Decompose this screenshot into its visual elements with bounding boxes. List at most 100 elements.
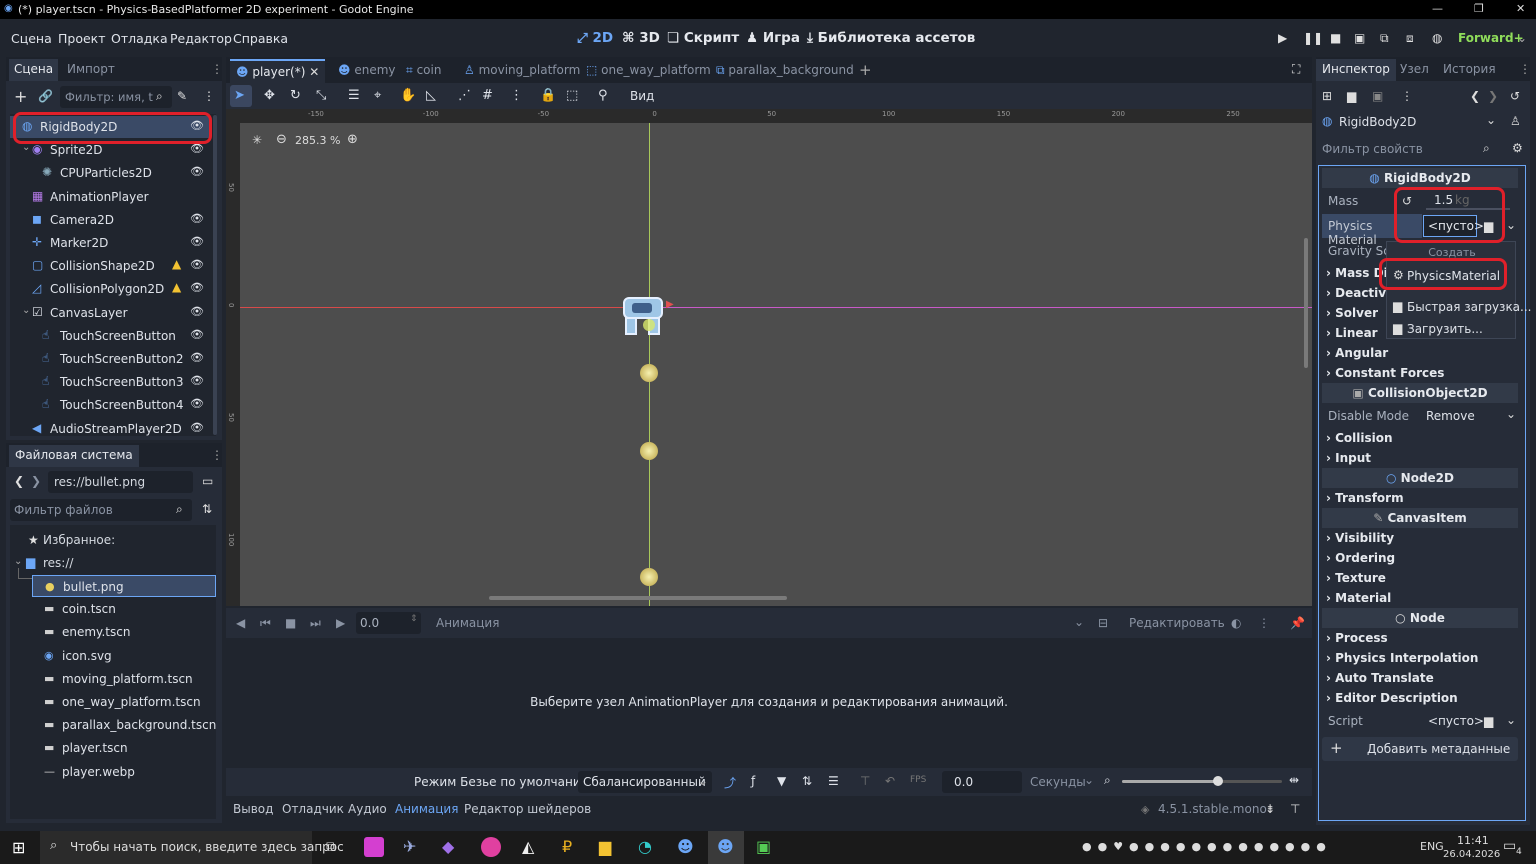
- pan-tool-icon[interactable]: ✋: [400, 88, 416, 103]
- warning-icon[interactable]: ▲: [172, 280, 181, 294]
- node-info-icon[interactable]: ♙: [1510, 114, 1521, 128]
- phpstorm-icon[interactable]: [364, 837, 384, 857]
- smart-snap-icon[interactable]: ⋰: [458, 88, 471, 103]
- file-item[interactable]: — player.webp: [32, 761, 216, 783]
- visibility-eye-icon[interactable]: 👁: [190, 212, 204, 225]
- play-custom-icon[interactable]: ⧈: [1406, 31, 1414, 46]
- fit-timeline-icon[interactable]: ⇹: [1289, 773, 1299, 787]
- chevron-down-icon[interactable]: ⌄: [1506, 713, 1516, 727]
- visibility-eye-icon[interactable]: 👁: [190, 305, 204, 318]
- file-item[interactable]: ▬ coin.tscn: [32, 598, 216, 620]
- scene-tree-node[interactable]: ☝ TouchScreenButton4 👁: [10, 394, 210, 416]
- group-icon[interactable]: ⬚: [566, 88, 578, 103]
- bezier-icon[interactable]: ⤴: [724, 774, 736, 791]
- visibility-eye-icon[interactable]: 👁: [190, 165, 204, 178]
- panel-expand-icon[interactable]: ⊤: [1290, 802, 1300, 816]
- chevron-down-icon[interactable]: ⌄: [22, 305, 30, 316]
- visibility-eye-icon[interactable]: 👁: [190, 374, 204, 387]
- scene-tree-node[interactable]: ☝ TouchScreenButton 👁: [10, 325, 210, 347]
- history-back-icon[interactable]: ❮: [1470, 89, 1480, 103]
- file-item[interactable]: ▬ one_way_platform.tscn: [32, 691, 216, 713]
- visual-studio-icon[interactable]: ◆: [442, 837, 454, 856]
- object-history-icon[interactable]: ↺: [1510, 89, 1520, 103]
- tab-scene[interactable]: Сцена: [9, 59, 59, 81]
- filter-icon[interactable]: ▼: [777, 774, 786, 788]
- scene-tree-node[interactable]: ◀ AudioStreamPlayer2D 👁: [10, 418, 210, 440]
- scene-tree-node[interactable]: ✺ CPUParticles2D 👁: [10, 162, 210, 184]
- inspector-options-icon[interactable]: ⚙: [1512, 141, 1523, 155]
- more-icon[interactable]: ⋮: [1258, 616, 1270, 630]
- snap-options-icon[interactable]: ⋮: [510, 88, 523, 103]
- res-root-label[interactable]: res://: [43, 556, 73, 570]
- tab-node[interactable]: Узел: [1400, 62, 1429, 76]
- category-collision[interactable]: › Collision: [1326, 431, 1393, 445]
- attach-script-icon[interactable]: ✎: [177, 89, 187, 103]
- new-resource-icon[interactable]: ⊞: [1322, 89, 1332, 103]
- step-field[interactable]: 0.0: [942, 771, 1022, 793]
- scene-tree-node[interactable]: ▦ AnimationPlayer: [10, 186, 210, 208]
- category-ordering[interactable]: › Ordering: [1326, 551, 1395, 565]
- category-material[interactable]: › Material: [1326, 591, 1391, 605]
- visibility-eye-icon[interactable]: 👁: [190, 421, 204, 434]
- distraction-free-icon[interactable]: ⛶: [1292, 62, 1300, 77]
- category-constant-forces[interactable]: › Constant Forces: [1326, 366, 1444, 380]
- file-item[interactable]: ● bullet.png: [32, 575, 216, 597]
- ruler-tool-icon[interactable]: ◺: [426, 88, 436, 103]
- slider-handle[interactable]: [1213, 776, 1223, 786]
- tab-import[interactable]: Импорт: [67, 62, 115, 76]
- snap-icon[interactable]: ⊤: [860, 774, 870, 788]
- list-select-icon[interactable]: ☰: [348, 88, 360, 103]
- play-scene-icon[interactable]: ⧉: [1380, 31, 1389, 46]
- menu-debug[interactable]: Отладка: [111, 31, 168, 46]
- tab-animation[interactable]: Анимация: [395, 802, 458, 816]
- update-icon[interactable]: ⇟: [1265, 802, 1275, 816]
- category-process[interactable]: › Process: [1326, 631, 1388, 645]
- visibility-eye-icon[interactable]: 👁: [190, 328, 204, 341]
- workspace-assetlib[interactable]: ⤓ Библиотека ассетов: [807, 30, 975, 46]
- time-unit-select[interactable]: Секунды: [1030, 775, 1086, 789]
- scene-more-icon[interactable]: ⋮: [203, 89, 215, 103]
- file-explorer-icon[interactable]: ▆: [599, 837, 611, 856]
- function-icon[interactable]: ƒ: [751, 774, 755, 788]
- category-linear[interactable]: › Linear: [1326, 326, 1378, 340]
- center-view-icon[interactable]: ✳: [252, 133, 262, 147]
- visibility-eye-icon[interactable]: 👁: [190, 235, 204, 248]
- add-node-icon[interactable]: +: [14, 87, 27, 106]
- task-view-icon[interactable]: ⧉: [326, 839, 336, 855]
- menu-item-quick-load[interactable]: ▆ Быстрая загрузка...: [1389, 297, 1531, 317]
- select-tool-icon[interactable]: ➤: [234, 88, 245, 103]
- scene-tab[interactable]: ♙ moving_platform: [458, 59, 586, 83]
- dock-menu-icon[interactable]: ⋮: [211, 448, 223, 462]
- category-editor-description[interactable]: › Editor Description: [1326, 691, 1458, 705]
- autoplay-icon[interactable]: ⊟: [1098, 616, 1108, 630]
- category-visibility[interactable]: › Visibility: [1326, 531, 1394, 545]
- clock-date[interactable]: 26.04.2026: [1443, 849, 1500, 860]
- category-texture[interactable]: › Texture: [1326, 571, 1386, 585]
- section-rigidbody2d[interactable]: ◍ RigidBody2D: [1322, 168, 1518, 188]
- add-tab-icon[interactable]: +: [859, 61, 872, 79]
- scene-tree-node[interactable]: ☝ TouchScreenButton2 👁: [10, 348, 210, 370]
- horizontal-scrollbar[interactable]: [489, 596, 787, 600]
- dock-menu-icon[interactable]: ⋮: [211, 62, 223, 76]
- notification-icon[interactable]: ▭: [1503, 838, 1516, 854]
- grid-snap-icon[interactable]: #: [482, 88, 493, 103]
- history-forward-icon[interactable]: ❯: [1488, 89, 1498, 103]
- back-icon[interactable]: ❮: [14, 474, 24, 488]
- player-sprite[interactable]: [620, 295, 666, 339]
- visibility-eye-icon[interactable]: 👁: [190, 397, 204, 410]
- menu-project[interactable]: Проект: [58, 31, 106, 46]
- tray-icons[interactable]: ●●♥●●●●●●●●●●●●●: [1082, 840, 1332, 853]
- scene-tab[interactable]: ☻ player(*) ✕: [230, 59, 326, 83]
- play-backwards-icon[interactable]: ◀: [236, 616, 245, 630]
- scene-tree-node[interactable]: ☝ TouchScreenButton3 👁: [10, 371, 210, 393]
- zoom-in-icon[interactable]: ⊕: [347, 132, 358, 147]
- pin-icon[interactable]: 📌: [1290, 616, 1305, 630]
- scene-tree-node[interactable]: ▢ CollisionShape2D ▲ 👁: [10, 255, 210, 277]
- close-tab-icon[interactable]: ✕: [305, 65, 319, 79]
- animation-select[interactable]: Анимация ⌄: [428, 612, 1088, 634]
- workspace-3d[interactable]: ⌘ 3D: [622, 30, 660, 46]
- category-angular[interactable]: › Angular: [1326, 346, 1388, 360]
- menu-editor[interactable]: Редактор: [170, 31, 232, 46]
- tab-shader-editor[interactable]: Редактор шейдеров: [464, 802, 591, 816]
- minimize-button[interactable]: —: [1432, 2, 1443, 15]
